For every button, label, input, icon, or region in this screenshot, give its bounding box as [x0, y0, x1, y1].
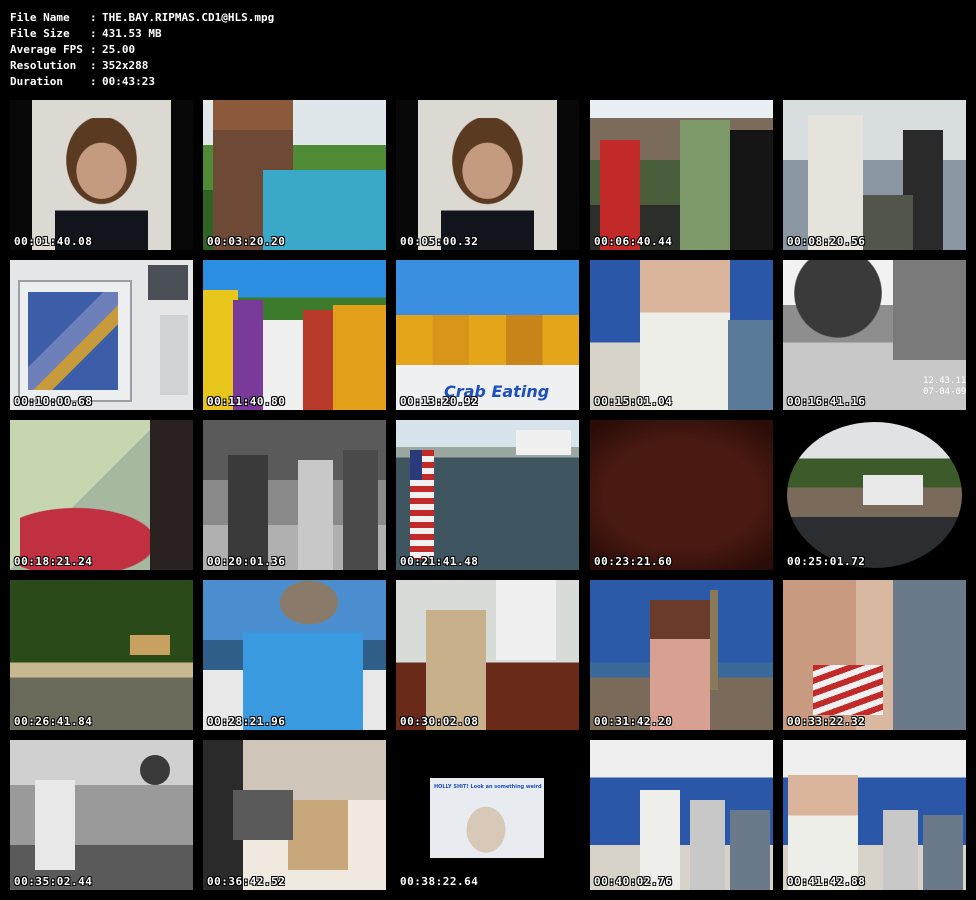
thumbnail-1[interactable]: 00:01:40.08	[10, 100, 193, 250]
thumbnail-4[interactable]: 00:06:40.44	[590, 100, 773, 250]
thumbnail-caption: HOLLY SHIT! Look an something weird	[434, 784, 542, 790]
thumbnail-19[interactable]: 00:31:42.20	[590, 580, 773, 730]
thumbnail-5[interactable]: 00:08:20.56	[783, 100, 966, 250]
thumbnail-caption: 12.43.11 07-04-09	[923, 376, 966, 397]
thumbnail-9[interactable]: 00:15:01.04	[590, 260, 773, 410]
thumbnail-timestamp: 00:15:01.04	[594, 395, 673, 408]
thumbnail-timestamp: 00:05:00.32	[400, 235, 479, 248]
thumbnail-timestamp: 00:03:20.20	[207, 235, 286, 248]
thumbnail-timestamp: 00:28:21.96	[207, 715, 286, 728]
thumbnail-timestamp: 00:41:42.88	[787, 875, 866, 888]
thumbnail-timestamp: 00:36:42.52	[207, 875, 286, 888]
thumbnail-timestamp: 00:31:42.20	[594, 715, 673, 728]
thumbnail-timestamp: 00:33:22.32	[787, 715, 866, 728]
thumbnail-16[interactable]: 00:26:41.84	[10, 580, 193, 730]
thumbnail-timestamp: 00:08:20.56	[787, 235, 866, 248]
thumbnail-22[interactable]: 00:36:42.52	[203, 740, 386, 890]
thumbnail-21[interactable]: 00:35:02.44	[10, 740, 193, 890]
thumbnail-6[interactable]: 00:10:00.68	[10, 260, 193, 410]
thumbnail-timestamp: 00:23:21.60	[594, 555, 673, 568]
thumbnail-23[interactable]: HOLLY SHIT! Look an something weird 00:3…	[396, 740, 579, 890]
thumbnail-24[interactable]: 00:40:02.76	[590, 740, 773, 890]
thumbnail-18[interactable]: 00:30:02.08	[396, 580, 579, 730]
thumbnail-timestamp: 00:25:01.72	[787, 555, 866, 568]
thumbnail-timestamp: 00:18:21.24	[14, 555, 93, 568]
thumbnail-grid: 00:01:40.08 00:03:20.20 00:05:00.32 00:0…	[0, 0, 976, 900]
thumbnail-12[interactable]: 00:20:01.36	[203, 420, 386, 570]
thumbnail-timestamp: 00:11:40.80	[207, 395, 286, 408]
thumbnail-timestamp: 00:16:41.16	[787, 395, 866, 408]
thumbnail-15[interactable]: 00:25:01.72	[783, 420, 966, 570]
thumbnail-20[interactable]: 00:33:22.32	[783, 580, 966, 730]
thumbnail-3[interactable]: 00:05:00.32	[396, 100, 579, 250]
thumbnail-timestamp: 00:01:40.08	[14, 235, 93, 248]
thumbnail-timestamp: 00:06:40.44	[594, 235, 673, 248]
thumbnail-13[interactable]: 00:21:41.48	[396, 420, 579, 570]
thumbnail-timestamp: 00:20:01.36	[207, 555, 286, 568]
thumbnail-17[interactable]: 00:28:21.96	[203, 580, 386, 730]
thumbnail-7[interactable]: 00:11:40.80	[203, 260, 386, 410]
thumbnail-timestamp: 00:26:41.84	[14, 715, 93, 728]
thumbnail-timestamp: 00:35:02.44	[14, 875, 93, 888]
thumbnail-8[interactable]: Crab Eating 00:13:20.92	[396, 260, 579, 410]
thumbnail-timestamp: 00:21:41.48	[400, 555, 479, 568]
thumbnail-25[interactable]: 00:41:42.88	[783, 740, 966, 890]
thumbnail-timestamp: 00:38:22.64	[400, 875, 479, 888]
thumbnail-11[interactable]: 00:18:21.24	[10, 420, 193, 570]
thumbnail-14[interactable]: 00:23:21.60	[590, 420, 773, 570]
thumbnail-timestamp: 00:10:00.68	[14, 395, 93, 408]
thumbnail-10[interactable]: 12.43.11 07-04-09 00:16:41.16	[783, 260, 966, 410]
thumbnail-timestamp: 00:13:20.92	[400, 395, 479, 408]
thumbnail-timestamp: 00:30:02.08	[400, 715, 479, 728]
thumbnail-timestamp: 00:40:02.76	[594, 875, 673, 888]
thumbnail-2[interactable]: 00:03:20.20	[203, 100, 386, 250]
